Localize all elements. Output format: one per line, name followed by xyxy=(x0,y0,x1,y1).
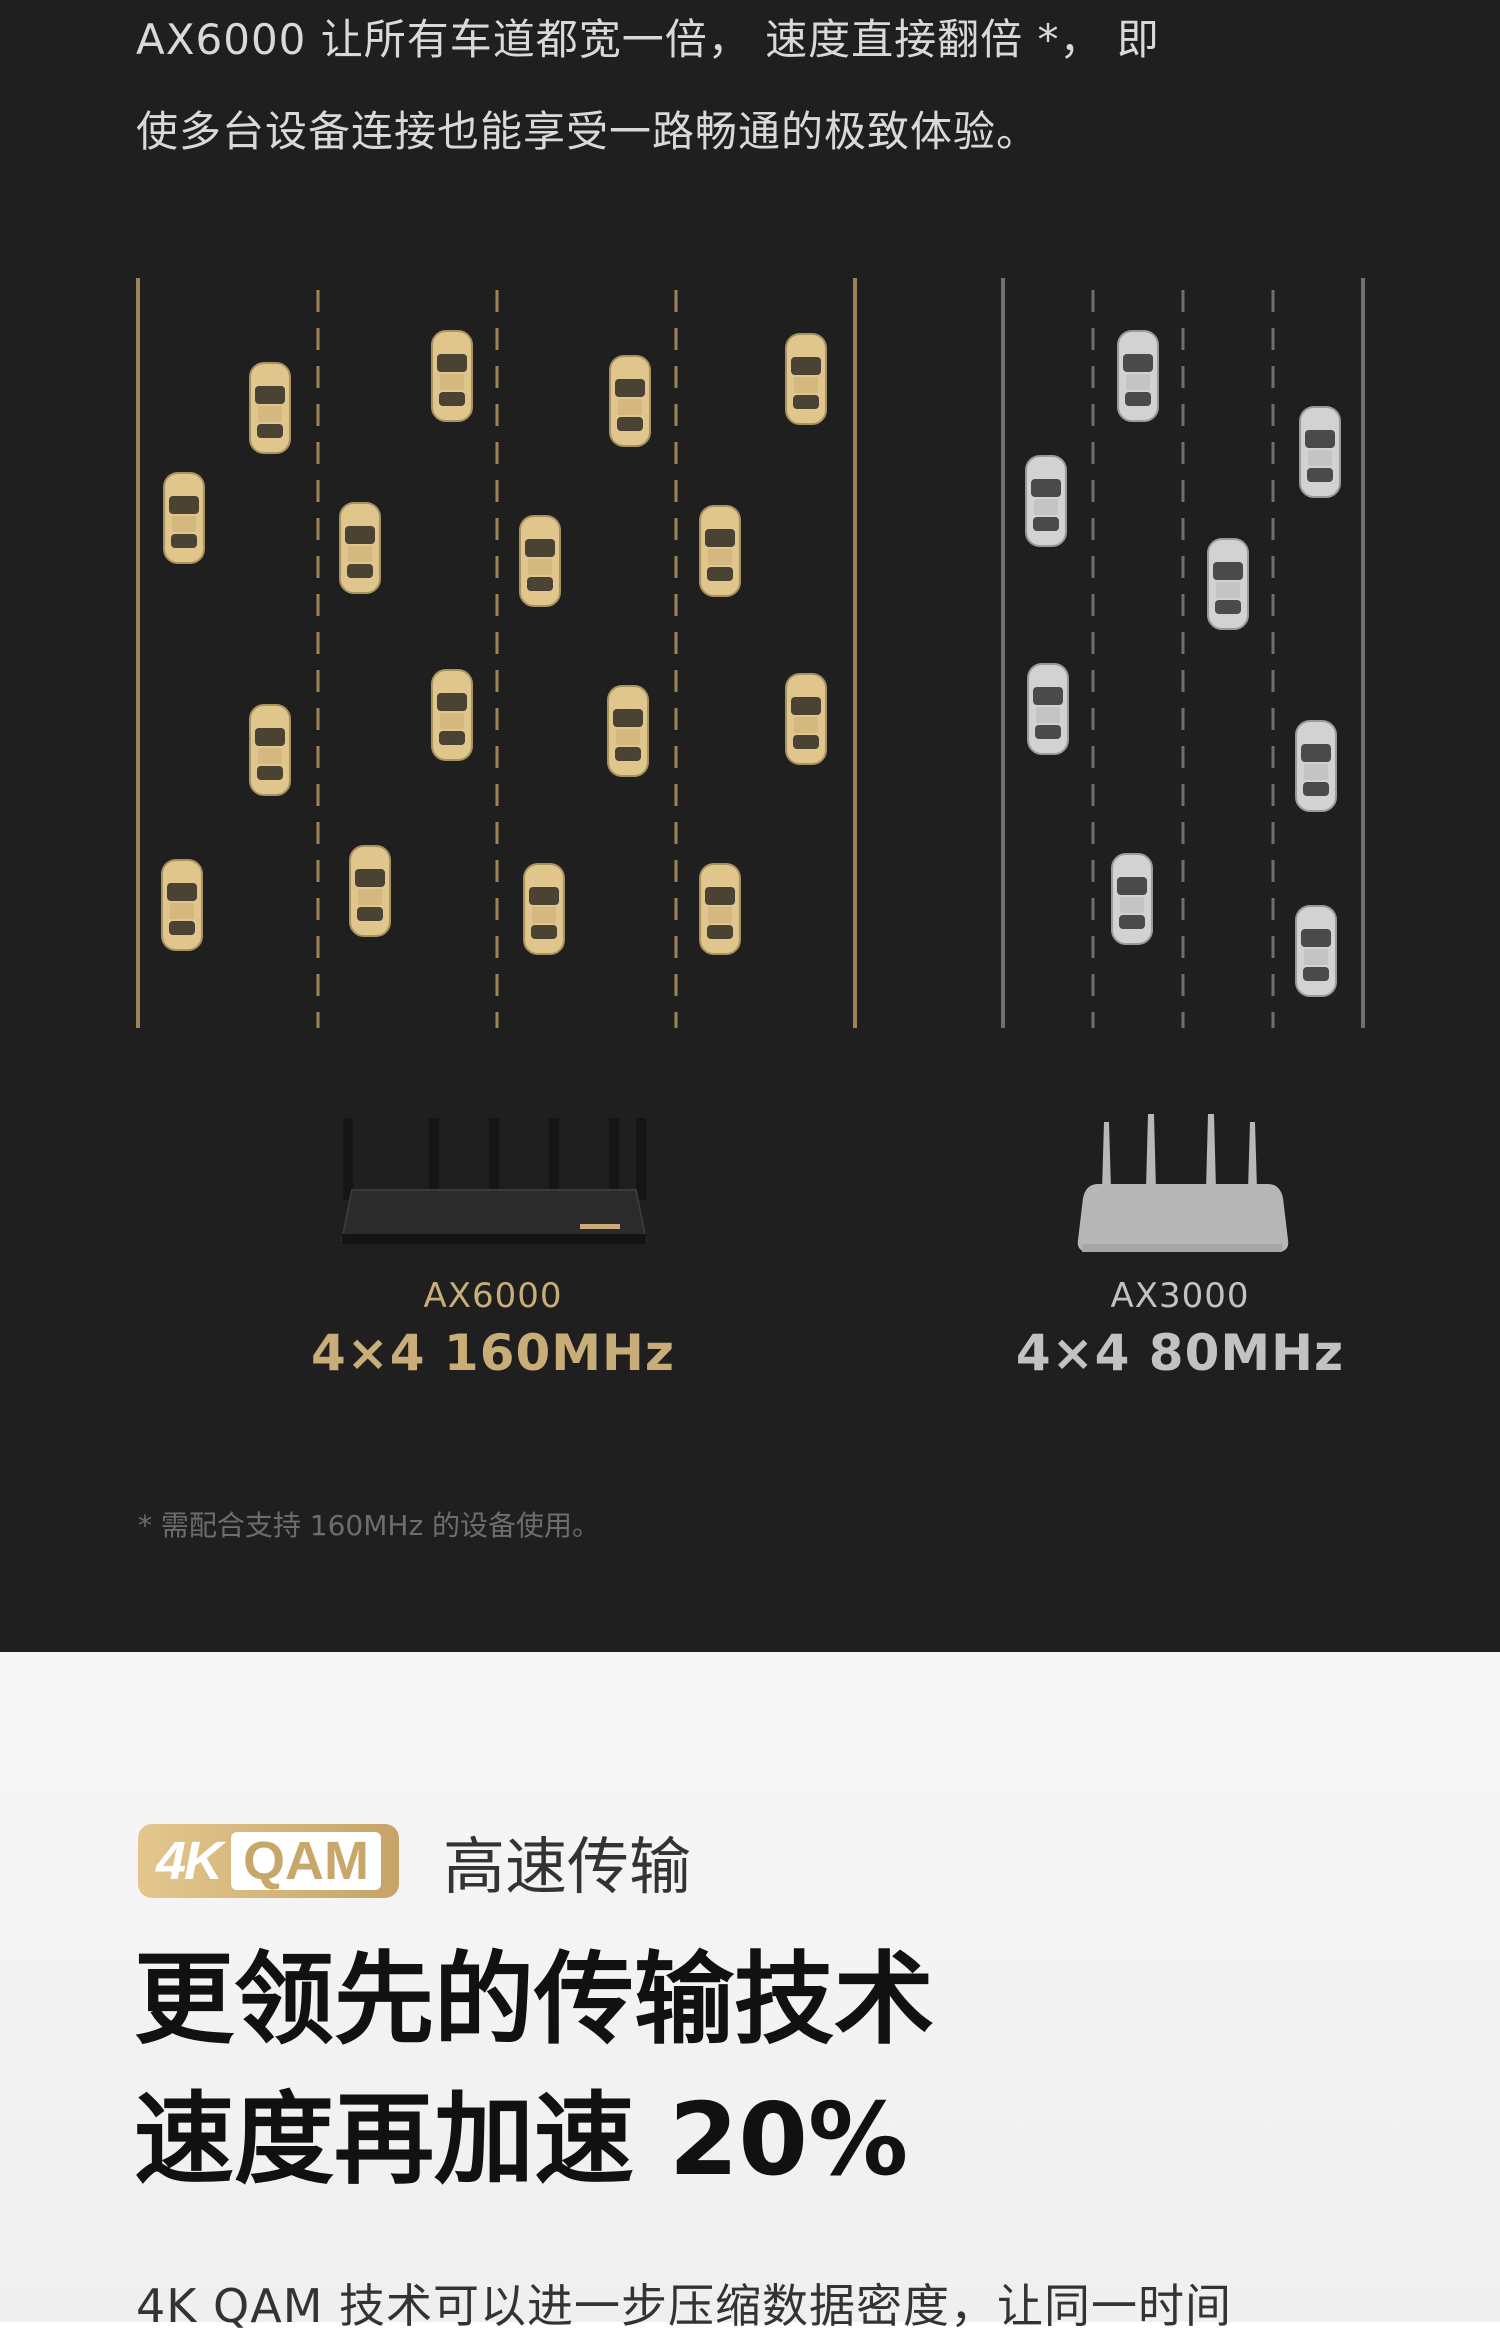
car-icon-gold xyxy=(523,863,565,955)
badge-4k-text: 4K xyxy=(156,1831,223,1891)
car-icon-gold xyxy=(349,845,391,937)
car-icon-silver xyxy=(1207,538,1249,630)
car-icon-silver xyxy=(1117,330,1159,422)
car-icon-gold xyxy=(161,859,203,951)
router-ax3000-icon xyxy=(1077,1114,1289,1252)
ax6000-spec: 4×4 160MHz xyxy=(311,1324,675,1382)
lanes-illustration xyxy=(136,278,1365,1252)
feature-body-text: 4K QAM 技术可以进一步压缩数据密度，让同一时间 xyxy=(136,2279,1233,2333)
car-icon-gold xyxy=(699,505,741,597)
ax6000-label: AX6000 4×4 160MHz xyxy=(283,1276,703,1382)
badge-caption: 高速传输 xyxy=(443,1830,692,1903)
car-icon-gold xyxy=(607,685,649,777)
ax3000-label: AX3000 4×4 80MHz xyxy=(970,1276,1390,1382)
car-icon-gold xyxy=(431,669,473,761)
car-icon-silver xyxy=(1027,663,1069,755)
dark-section: AX6000 让所有车道都宽一倍， 速度直接翻倍 *， 即 使多台设备连接也能享… xyxy=(0,0,1500,1652)
car-icon-gold xyxy=(163,472,205,564)
car-icon-gold xyxy=(249,704,291,796)
car-icon-gold xyxy=(431,330,473,422)
car-icon-silver xyxy=(1299,406,1341,498)
car-icon-gold xyxy=(609,355,651,447)
headline-line-1: 更领先的传输技术 xyxy=(134,1941,934,2058)
4k-qam-badge: 4K QAM xyxy=(138,1824,400,1898)
car-icon-silver xyxy=(1295,720,1337,812)
car-icon-silver xyxy=(1025,455,1067,547)
car-icon-silver xyxy=(1295,905,1337,997)
car-icon-gold xyxy=(519,515,561,607)
ax3000-model: AX3000 xyxy=(1110,1276,1250,1316)
headline-line-2: 速度再加速 20% xyxy=(134,2081,909,2198)
ax3000-spec: 4×4 80MHz xyxy=(1015,1324,1345,1382)
ax6000-model: AX6000 xyxy=(423,1276,563,1316)
car-icon-gold xyxy=(785,673,827,765)
feature-headline: 更领先的传输技术 速度再加速 20% xyxy=(134,1930,934,2210)
car-icon-gold xyxy=(249,362,291,454)
car-icon-silver xyxy=(1111,853,1153,945)
car-icon-gold xyxy=(339,502,381,594)
badge-qam-text: QAM xyxy=(231,1832,382,1890)
footnote: * 需配合支持 160MHz 的设备使用。 xyxy=(138,1509,601,1542)
router-ax6000-icon xyxy=(340,1118,648,1244)
car-icon-gold xyxy=(785,333,827,425)
feature-badge-row: 4K QAM 高速传输 xyxy=(138,1816,691,1906)
car-icon-gold xyxy=(699,863,741,955)
